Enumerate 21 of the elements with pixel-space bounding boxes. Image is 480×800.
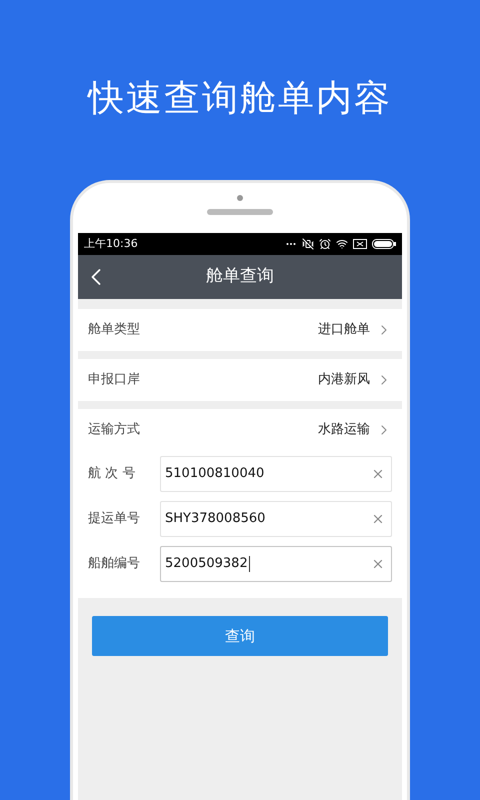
input-field[interactable]: SHY378008560 [160, 500, 392, 536]
status-time: 上午10:36 [84, 236, 138, 252]
field-label: 舱单类型 [88, 321, 140, 340]
input-field[interactable]: 5200509382 [160, 546, 392, 582]
battery-icon [372, 239, 396, 249]
camera-icon [237, 195, 243, 201]
select-field[interactable]: 内港新风 [318, 370, 392, 390]
field-label: 运输方式 [88, 421, 140, 440]
nav-title: 舱单查询 [206, 265, 274, 288]
input-field[interactable]: 510100810040 [160, 456, 392, 492]
sim-icon [353, 239, 367, 249]
select-field[interactable]: 水路运输 [318, 420, 392, 440]
vibrate-off-icon [302, 238, 314, 250]
alarm-icon [319, 238, 331, 250]
field-label: 航 次 号 [88, 464, 136, 483]
field-label: 申报口岸 [88, 371, 140, 390]
field-label: 船舶编号 [88, 554, 141, 573]
select-field[interactable]: 进口舱单 [318, 320, 392, 340]
field-label: 提运单号 [88, 510, 141, 528]
speaker-icon [207, 209, 273, 215]
headline: 快速查询舱单内容 [88, 77, 392, 121]
